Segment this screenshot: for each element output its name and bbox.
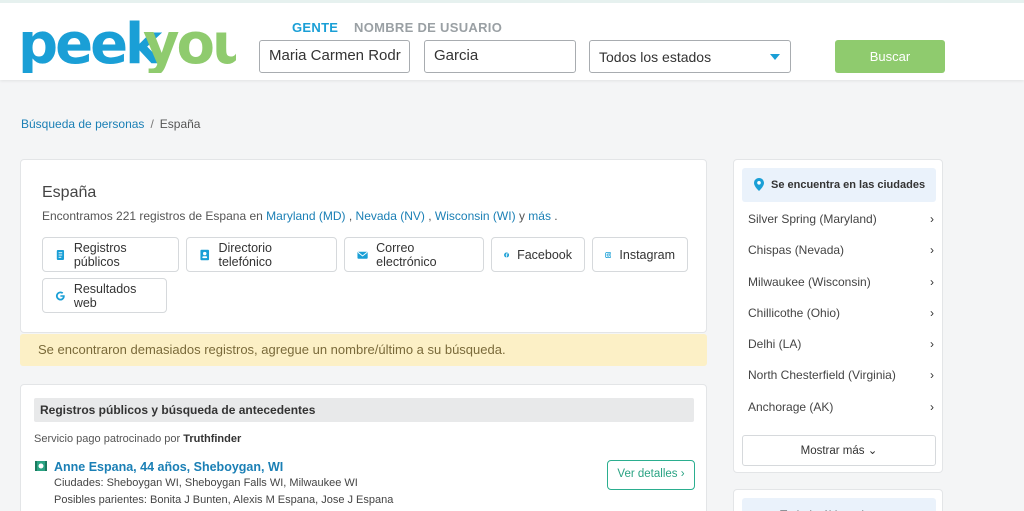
city-item[interactable]: Chillicothe (Ohio) › xyxy=(748,306,934,320)
record-relatives: Posibles parientes: Bonita J Bunten, Ale… xyxy=(54,494,394,506)
breadcrumb-separator: / xyxy=(150,117,154,131)
web-results-label: Resultados web xyxy=(73,281,137,310)
sponsor-prefix: Servicio pago patrocinado por xyxy=(34,433,181,445)
cities-heading: Se encuentra en las ciudades xyxy=(742,168,936,202)
sponsor-text: Servicio pago patrocinado por Truthfinde… xyxy=(34,433,241,445)
facebook-label: Facebook xyxy=(517,247,572,262)
chevron-right-icon: › xyxy=(930,275,934,289)
chevron-right-icon: › xyxy=(930,337,934,351)
chevron-right-icon: › xyxy=(930,400,934,414)
peekyou-logo[interactable]: peek you xyxy=(18,17,236,73)
city-label: Silver Spring (Maryland) xyxy=(748,212,877,226)
instagram-icon xyxy=(605,251,612,258)
summary-and: y xyxy=(518,209,525,223)
flag-icon xyxy=(35,461,47,471)
state-select-value: Todos los estados xyxy=(599,49,712,65)
summary-card: España Encontramos 221 registros de Espa… xyxy=(20,159,707,333)
envelope-icon xyxy=(357,251,368,259)
records-heading: Registros públicos y búsqueda de anteced… xyxy=(34,398,694,422)
tab-people[interactable]: GENTE xyxy=(292,20,338,35)
breadcrumb-current: España xyxy=(159,117,201,131)
web-results-button[interactable]: Resultados web xyxy=(42,278,167,313)
email-label: Correo electrónico xyxy=(376,240,437,269)
chevron-right-icon: › xyxy=(930,306,934,320)
cities-heading-label: Se encuentra en las ciudades xyxy=(771,179,926,191)
city-label: Anchorage (AK) xyxy=(748,400,834,414)
map-pin-icon xyxy=(754,178,764,191)
more-locations-link[interactable]: más xyxy=(528,209,551,223)
breadcrumb-people-search[interactable]: Búsqueda de personas xyxy=(21,117,144,131)
chevron-right-icon: › xyxy=(680,468,685,480)
summary-comma: , xyxy=(428,209,432,223)
view-details-button[interactable]: Ver detalles › xyxy=(607,460,695,490)
breadcrumb: Búsqueda de personas / España xyxy=(21,117,200,131)
sponsor-name: Truthfinder xyxy=(183,433,242,445)
document-icon xyxy=(56,249,65,260)
svg-text:you: you xyxy=(143,17,236,73)
chevron-right-icon: › xyxy=(930,212,934,226)
public-records-label: Registros públicos xyxy=(73,240,127,269)
phonebook-icon xyxy=(200,249,210,260)
tab-username[interactable]: NOMBRE DE USUARIO xyxy=(354,20,502,35)
chevron-right-icon: › xyxy=(930,368,934,382)
city-label: Chispas (Nevada) xyxy=(748,243,845,257)
search-button[interactable]: Buscar xyxy=(835,40,945,73)
summary-comma: , xyxy=(348,209,353,223)
summary-prefix: Encontramos 221 registros de Espana en xyxy=(42,209,263,223)
google-icon xyxy=(55,290,65,301)
too-many-records-alert: Se encontraron demasiados registros, agr… xyxy=(20,334,707,366)
location-link-nevada[interactable]: Nevada (NV) xyxy=(356,209,425,223)
chevron-right-icon: › xyxy=(930,243,934,257)
facebook-button[interactable]: Facebook xyxy=(491,237,585,272)
show-more-label: Mostrar más xyxy=(800,445,865,457)
page-title: España xyxy=(42,184,97,201)
city-item[interactable]: Milwaukee (Wisconsin) › xyxy=(748,275,934,289)
city-label: Delhi (LA) xyxy=(748,337,802,351)
public-records-button[interactable]: Registros públicos xyxy=(42,237,179,272)
email-button[interactable]: Correo electrónico xyxy=(344,237,484,272)
city-item[interactable]: Anchorage (AK) › xyxy=(748,400,934,414)
facebook-icon xyxy=(504,252,510,257)
view-details-label: Ver detalles xyxy=(617,468,678,480)
city-label: Chillicothe (Ohio) xyxy=(748,306,841,320)
records-card: Registros públicos y búsqueda de anteced… xyxy=(20,384,707,511)
phone-directory-label: Directorio telefónico xyxy=(218,240,272,269)
chevron-down-icon: ⌄ xyxy=(867,445,878,457)
first-name-input[interactable]: Maria Carmen Rodr xyxy=(259,40,410,73)
city-item[interactable]: Silver Spring (Maryland) › xyxy=(748,212,934,226)
chevron-down-icon xyxy=(770,54,780,60)
latest-sidebar: Todo lo último de xyxy=(733,489,943,511)
city-label: North Chesterfield (Virginia) xyxy=(748,368,896,382)
location-link-maryland[interactable]: Maryland (MD) xyxy=(266,209,345,223)
summary-text: Encontramos 221 registros de Espana en M… xyxy=(42,209,558,223)
record-name-link[interactable]: Anne Espana, 44 años, Sheboygan, WI xyxy=(54,460,283,474)
city-item[interactable]: North Chesterfield (Virginia) › xyxy=(748,368,934,382)
phone-directory-button[interactable]: Directorio telefónico xyxy=(186,237,337,272)
city-item[interactable]: Delhi (LA) › xyxy=(748,337,934,351)
last-name-input[interactable]: Garcia xyxy=(424,40,576,73)
cities-sidebar: Se encuentra en las ciudades Silver Spri… xyxy=(733,159,943,473)
city-label: Milwaukee (Wisconsin) xyxy=(748,275,871,289)
record-cities: Ciudades: Sheboygan WI, Sheboygan Falls … xyxy=(54,477,358,489)
summary-dot: . xyxy=(554,209,558,223)
location-link-wisconsin[interactable]: Wisconsin (WI) xyxy=(435,209,516,223)
state-select[interactable]: Todos los estados xyxy=(589,40,791,73)
latest-heading: Todo lo último de xyxy=(742,498,936,511)
show-more-button[interactable]: Mostrar más ⌄ xyxy=(742,435,936,466)
site-header: peek you GENTE NOMBRE DE USUARIO Maria C… xyxy=(0,0,1024,80)
city-item[interactable]: Chispas (Nevada) › xyxy=(748,243,934,257)
instagram-label: Instagram xyxy=(619,247,675,262)
instagram-button[interactable]: Instagram xyxy=(592,237,688,272)
